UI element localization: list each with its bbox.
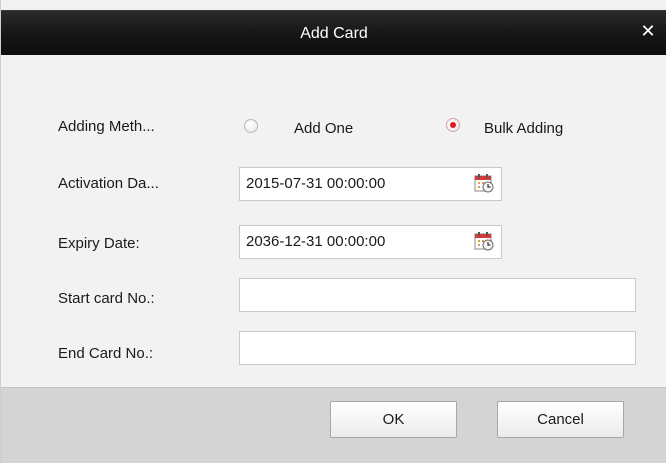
bulk-adding-radio[interactable] [446,118,460,132]
form-body: Adding Meth... Add One Bulk Adding Activ… [1,55,666,387]
expiry-date-label: Expiry Date: [58,235,140,252]
ok-button[interactable]: OK [330,401,457,438]
adding-method-label: Adding Meth... [58,118,155,135]
add-card-dialog: Add Card ✕ Adding Meth... Add One Bulk A… [0,0,666,463]
button-bar: OK Cancel [1,387,666,463]
bulk-adding-label[interactable]: Bulk Adding [484,120,563,137]
end-card-field[interactable] [239,331,636,365]
add-one-radio[interactable] [244,119,258,133]
add-one-label[interactable]: Add One [294,120,353,137]
title-bar: Add Card ✕ [1,10,666,55]
start-card-label: Start card No.: [58,290,155,307]
cancel-button[interactable]: Cancel [497,401,624,438]
activation-date-label: Activation Da... [58,175,159,192]
calendar-icon[interactable] [473,172,495,194]
close-icon[interactable]: ✕ [637,20,659,42]
activation-date-field[interactable]: 2015-07-31 00:00:00 [239,167,502,201]
calendar-icon[interactable] [473,230,495,252]
start-card-field[interactable] [239,278,636,312]
end-card-label: End Card No.: [58,345,154,362]
expiry-date-field[interactable]: 2036-12-31 00:00:00 [239,225,502,259]
dialog-title: Add Card [300,25,368,42]
